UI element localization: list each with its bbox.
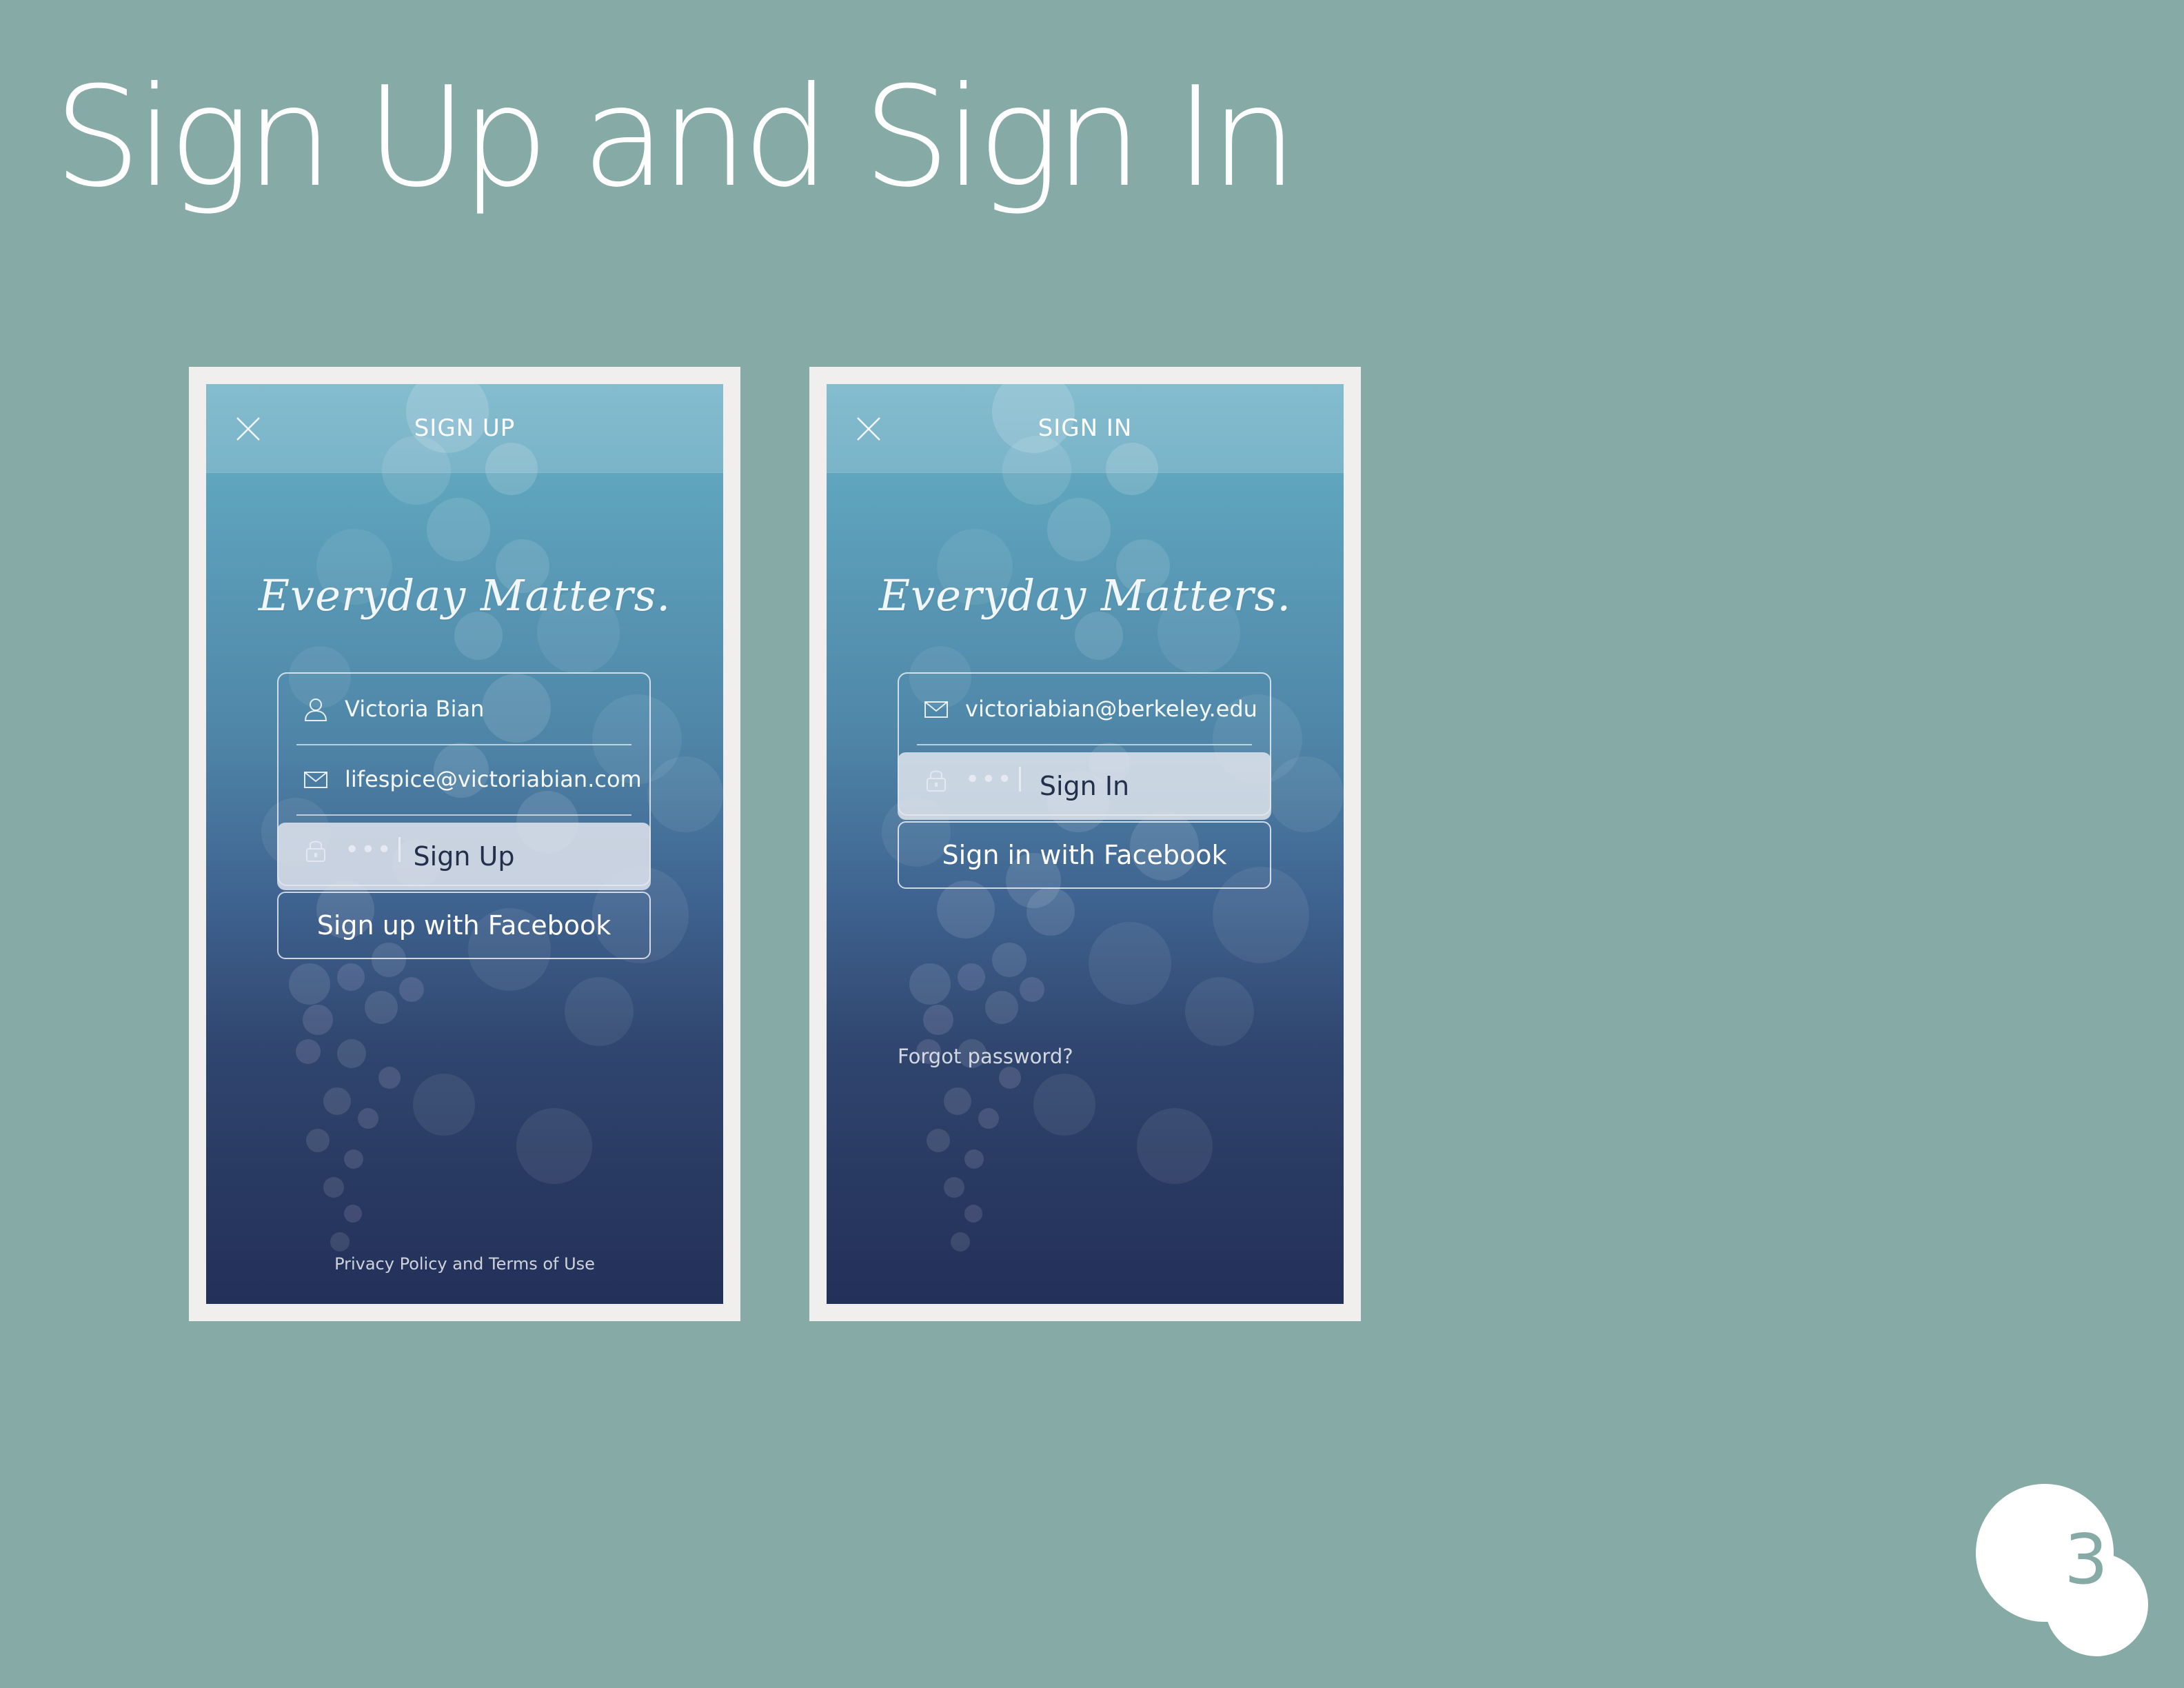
- sign-in-facebook-button[interactable]: Sign in with Facebook: [898, 821, 1271, 889]
- page-number: 3: [2064, 1519, 2108, 1600]
- sign-up-facebook-button[interactable]: Sign up with Facebook: [277, 892, 651, 959]
- name-field[interactable]: Victoria Bian: [279, 674, 649, 744]
- mail-icon: [303, 767, 328, 792]
- mail-icon: [924, 697, 949, 722]
- name-value: Victoria Bian: [345, 696, 485, 722]
- privacy-terms-link[interactable]: Privacy Policy and Terms of Use: [206, 1254, 723, 1274]
- brand-logo-text: Everyday Matters.: [258, 570, 671, 621]
- brand-logo-text: Everyday Matters.: [878, 570, 1292, 621]
- slide-title: Sign Up and Sign In: [54, 57, 1297, 218]
- email-value: victoriabian@berkeley.edu: [965, 696, 1257, 722]
- sign-up-button[interactable]: Sign Up: [277, 823, 651, 890]
- signup-screen: SIGN UP Everyday Matters. Victoria Bian: [206, 384, 723, 1304]
- signup-phone-frame: SIGN UP Everyday Matters. Victoria Bian: [189, 367, 740, 1321]
- signin-screen: SIGN IN Everyday Matters. victoriabian@b…: [827, 384, 1344, 1304]
- user-icon: [303, 697, 328, 722]
- email-field[interactable]: victoriabian@berkeley.edu: [899, 674, 1270, 744]
- signin-phone-frame: SIGN IN Everyday Matters. victoriabian@b…: [809, 367, 1361, 1321]
- sign-in-button[interactable]: Sign In: [898, 752, 1271, 820]
- page-number-badge: 3: [1976, 1484, 2148, 1656]
- email-value: lifespice@victoriabian.com: [345, 766, 642, 792]
- signin-nav-title: SIGN IN: [1038, 414, 1133, 442]
- signin-navbar: SIGN IN: [827, 384, 1344, 473]
- email-field[interactable]: lifespice@victoriabian.com: [279, 744, 649, 814]
- signup-nav-title: SIGN UP: [414, 414, 516, 442]
- signup-navbar: SIGN UP: [206, 384, 723, 473]
- forgot-password-link[interactable]: Forgot password?: [898, 1045, 1073, 1068]
